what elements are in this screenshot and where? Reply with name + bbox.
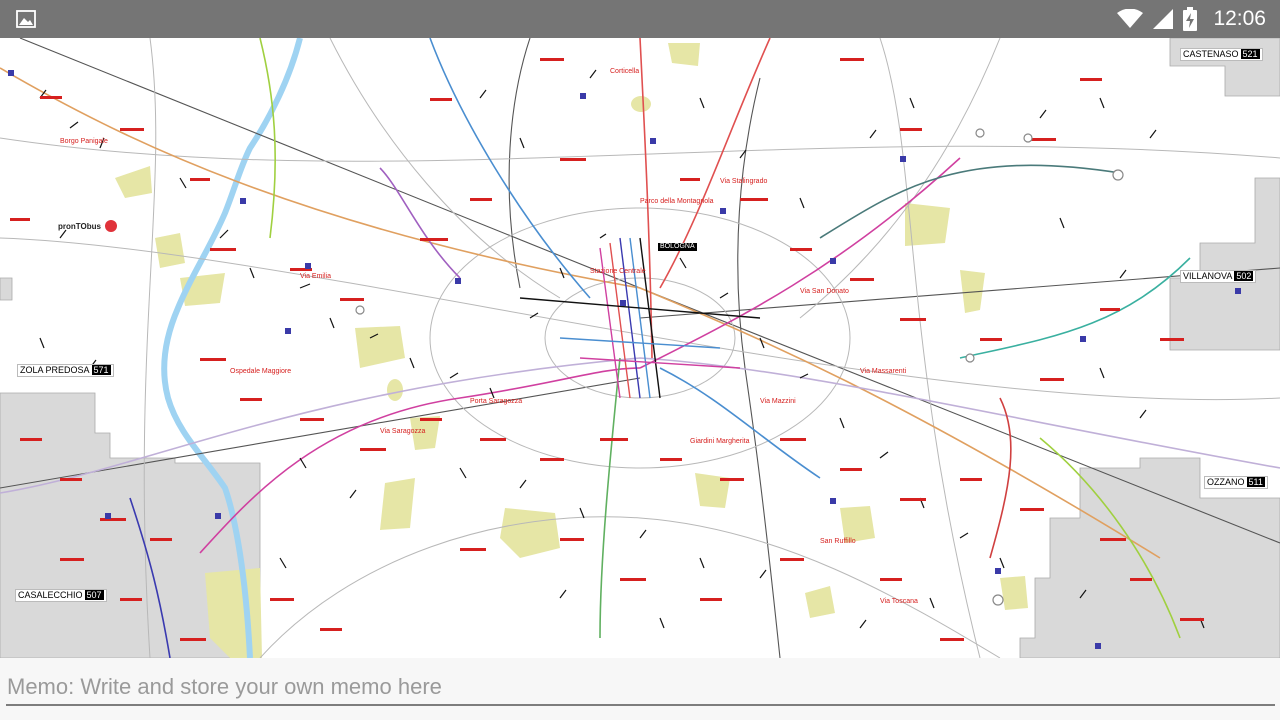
town-label-casalecchio: CASALECCHIO 507 bbox=[15, 589, 107, 602]
battery-charging-icon bbox=[1183, 7, 1198, 31]
map-label: Via San Donato bbox=[800, 288, 849, 295]
map-label: Via Saragozza bbox=[380, 428, 426, 435]
municipality-areas bbox=[0, 38, 1280, 658]
map-canvas bbox=[0, 38, 1280, 658]
map-label: Via Massarenti bbox=[860, 368, 907, 375]
map-label: Giardini Margherita bbox=[690, 438, 750, 445]
map-label: Via Stalingrado bbox=[720, 178, 768, 185]
town-label-zola-predosa: ZOLA PREDOSA 571 bbox=[17, 364, 114, 377]
map-label: San Ruffillo bbox=[820, 538, 856, 545]
clock: 12:06 bbox=[1213, 7, 1266, 30]
status-icons: 12:06 bbox=[1117, 0, 1266, 38]
image-notification-icon bbox=[16, 9, 36, 29]
pronto-bus-logo: pronTObus bbox=[58, 220, 117, 232]
memo-bar bbox=[0, 658, 1280, 720]
status-bar: 12:06 bbox=[0, 0, 1280, 38]
memo-input[interactable] bbox=[6, 670, 1275, 706]
map-label: Stazione Centrale bbox=[590, 268, 646, 275]
town-label-villanova: VILLANOVA 502 bbox=[1180, 270, 1257, 283]
map-label: Via Mazzini bbox=[760, 398, 796, 405]
map-label: Porta Saragozza bbox=[470, 398, 523, 405]
wifi-icon bbox=[1117, 9, 1144, 28]
map-label: Via Emilia bbox=[300, 273, 331, 280]
map-label: Parco della Montagnola bbox=[640, 198, 714, 205]
cellular-signal-icon bbox=[1153, 9, 1174, 29]
map-label: Via Toscana bbox=[880, 598, 918, 605]
bus-route-map[interactable]: pronTObus CASTENASO 521 VILLANOVA 502 ZOLA… bbox=[0, 38, 1280, 658]
map-label: Ospedale Maggiore bbox=[230, 368, 292, 375]
map-label: Corticella bbox=[610, 68, 640, 75]
town-label-castenaso: CASTENASO 521 bbox=[1180, 48, 1263, 61]
city-center-hub bbox=[519, 237, 761, 399]
map-label-bologna: BOLOGNA bbox=[658, 243, 697, 251]
town-label-ozzano: OZZANO 511 bbox=[1204, 476, 1268, 489]
map-label: Borgo Panigale bbox=[60, 138, 108, 145]
